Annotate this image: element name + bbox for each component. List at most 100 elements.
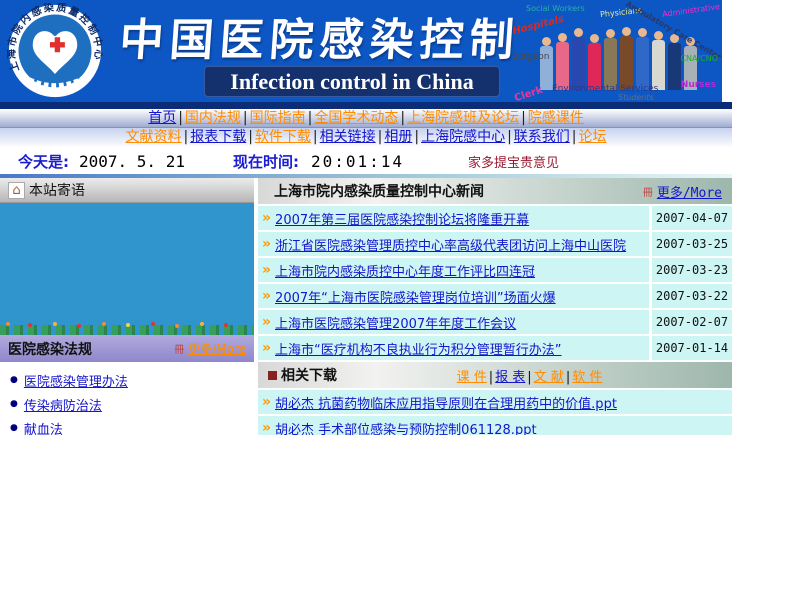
nav-separator: | <box>414 129 419 145</box>
double-arrow-icon: » <box>262 236 271 252</box>
double-arrow-icon: » <box>262 340 271 356</box>
double-arrow-icon: » <box>262 262 271 278</box>
news-link[interactable]: 2007年“上海市医院感染管理岗位培训”场面火爆 <box>275 287 556 306</box>
download-link[interactable]: 胡必杰 抗菌药物临床应用指导原则在合理用药中的价值.ppt <box>275 393 617 412</box>
healthcare-people-illustration: Social Workers Hospitals Physicians Admi… <box>510 0 722 102</box>
person-figure <box>620 36 633 90</box>
flower-decoration <box>0 321 254 335</box>
table-row: » 2007年第三届医院感染控制论坛将隆重开幕 2007-04-07 <box>258 206 732 230</box>
news-link[interactable]: 上海市院内感染质控中心年度工作评比四连冠 <box>275 261 535 280</box>
nav-item-courseware[interactable]: 院感课件 <box>528 110 584 126</box>
news-link[interactable]: 上海市医院感染管理2007年年度工作会议 <box>275 313 516 332</box>
site-title-english-box: Infection control in China <box>204 66 500 97</box>
nav-separator: | <box>178 110 183 126</box>
nav-item-contact-us[interactable]: 联系我们 <box>514 129 570 145</box>
nav-item-shanghai-class-forum[interactable]: 上海院感班及论坛 <box>407 110 519 126</box>
news-title-cell: » 上海市“医疗机构不良执业行为积分管理暂行办法” <box>258 336 649 360</box>
feedback-marquee: 家多提宝贵意见 <box>468 152 559 171</box>
category-separator: | <box>527 370 531 385</box>
double-arrow-icon: » <box>262 210 271 226</box>
person-figure <box>636 37 649 90</box>
download-category-literature[interactable]: 文 献 <box>534 370 564 385</box>
table-row: » 上海市医院感染管理2007年年度工作会议 2007-02-07 <box>258 310 732 334</box>
nav-separator: | <box>308 110 313 126</box>
today-label: 今天是: <box>18 151 69 172</box>
regulation-link-blood-donation[interactable]: 献血法 <box>24 419 63 436</box>
people-crowd <box>540 36 697 90</box>
square-bullet-icon <box>268 371 277 380</box>
site-header: 上海市院内感染质量控制中心 中国医院感染控制 Infection control… <box>0 0 722 102</box>
category-separator: | <box>489 370 493 385</box>
nav-separator: | <box>183 129 188 145</box>
nav-separator: | <box>521 110 526 126</box>
download-category-reports[interactable]: 报 表 <box>495 370 525 385</box>
nav-item-photo-album[interactable]: 相册 <box>384 129 412 145</box>
grass-decoration <box>0 325 254 335</box>
nav-item-home[interactable]: 首页 <box>148 110 176 126</box>
news-title-cell: » 2007年第三届医院感染控制论坛将隆重开幕 <box>258 206 649 230</box>
nav-separator: | <box>313 129 318 145</box>
list-item: ● 传染病防治法 <box>0 392 254 416</box>
table-row: » 胡必杰 抗菌药物临床应用指导原则在合理用药中的价值.ppt <box>258 390 732 414</box>
welcome-panel <box>0 203 254 321</box>
nav-item-links[interactable]: 相关链接 <box>320 129 376 145</box>
current-time-value: 20:01:14 <box>311 152 404 171</box>
nav-item-literature[interactable]: 文献资料 <box>125 129 181 145</box>
content-area: ⌂ 本站寄语 医院感染法规 冊 更多/More ● 医院感染管理办法 <box>0 178 732 435</box>
news-link[interactable]: 2007年第三届医院感染控制论坛将隆重开幕 <box>275 209 529 228</box>
regulation-link-infectious-disease[interactable]: 传染病防治法 <box>24 395 102 414</box>
bullet-icon: ● <box>10 375 18 385</box>
news-section-header: 上海市院内感染质量控制中心新闻 冊 更多/More <box>258 178 732 204</box>
regulations-link-list: ● 医院感染管理办法 ● 传染病防治法 ● 献血法 <box>0 362 254 435</box>
regulation-link-management[interactable]: 医院感染管理办法 <box>24 371 128 390</box>
site-message-title: 本站寄语 <box>29 180 85 200</box>
people-label: Nurses <box>681 80 716 90</box>
download-category-courseware[interactable]: 课 件 <box>457 370 487 385</box>
people-label: Administrative <box>661 2 720 19</box>
site-title-chinese: 中国医院感染控制 <box>118 4 512 68</box>
news-link[interactable]: 浙江省医院感染管理质控中心率高级代表团访问上海中山医院 <box>275 235 626 254</box>
primary-nav: 首页|国内法规|国际指南|全国学术动态|上海院感班及论坛|院感课件 <box>0 109 732 128</box>
secondary-nav: 文献资料|报表下载|软件下载|相关链接|相册|上海院感中心|联系我们|论坛 <box>0 128 732 148</box>
site-logo: 上海市院内感染质量控制中心 <box>7 3 103 99</box>
downloads-section-title: 相关下载 <box>281 365 337 385</box>
regulations-more-link[interactable]: 更多/More <box>188 340 246 357</box>
news-link[interactable]: 上海市“医疗机构不良执业行为积分管理暂行办法” <box>275 339 561 358</box>
nav-separator: | <box>507 129 512 145</box>
people-label: Social Workers <box>526 4 585 13</box>
table-row: » 浙江省医院感染管理质控中心率高级代表团访问上海中山医院 2007-03-25 <box>258 232 732 256</box>
main-column: 上海市院内感染质量控制中心新闻 冊 更多/More » 2007年第三届医院感染… <box>258 178 732 435</box>
double-arrow-icon: » <box>262 288 271 304</box>
news-title-cell: » 浙江省医院感染管理质控中心率高级代表团访问上海中山医院 <box>258 232 649 256</box>
nav-separator: | <box>378 129 383 145</box>
person-figure <box>668 43 681 90</box>
news-more-link[interactable]: 更多/More <box>657 182 722 201</box>
news-date-cell: 2007-01-14 <box>652 336 732 360</box>
nav-item-national-academic-news[interactable]: 全国学术动态 <box>314 110 398 126</box>
download-link[interactable]: 胡必杰 手术部位感染与预防控制061128.ppt <box>275 419 537 436</box>
table-row: » 2007年“上海市医院感染管理岗位培训”场面火爆 2007-03-22 <box>258 284 732 308</box>
news-title-cell: » 上海市院内感染质控中心年度工作评比四连冠 <box>258 258 649 282</box>
nav-item-software-download[interactable]: 软件下载 <box>255 129 311 145</box>
today-date: 2007. 5. 21 <box>79 152 185 171</box>
nav-item-forum[interactable]: 论坛 <box>579 129 607 145</box>
nav-separator: | <box>243 110 248 126</box>
book-icon: 冊 <box>174 341 184 356</box>
table-row: » 上海市院内感染质控中心年度工作评比四连冠 2007-03-23 <box>258 258 732 282</box>
list-item: ● 献血法 <box>0 416 254 435</box>
nav-item-report-download[interactable]: 报表下载 <box>190 129 246 145</box>
table-row: » 胡必杰 手术部位感染与预防控制061128.ppt <box>258 416 732 435</box>
date-time-bar: 今天是: 2007. 5. 21 现在时间: 20:01:14 家多提宝贵意见 <box>0 148 732 174</box>
people-label: CNA/CNO <box>680 54 718 63</box>
nav-item-international-guidelines[interactable]: 国际指南 <box>250 110 306 126</box>
person-figure <box>572 37 585 90</box>
person-figure <box>556 42 569 90</box>
person-figure <box>588 43 601 90</box>
nav-item-domestic-regulations[interactable]: 国内法规 <box>185 110 241 126</box>
people-label: Surgeon <box>512 52 549 62</box>
nav-item-shanghai-center[interactable]: 上海院感中心 <box>421 129 505 145</box>
download-category-software[interactable]: 软 件 <box>572 370 602 385</box>
flower-buds-decoration <box>6 322 10 326</box>
people-label: Hospitals <box>511 14 565 37</box>
news-date-cell: 2007-03-25 <box>652 232 732 256</box>
